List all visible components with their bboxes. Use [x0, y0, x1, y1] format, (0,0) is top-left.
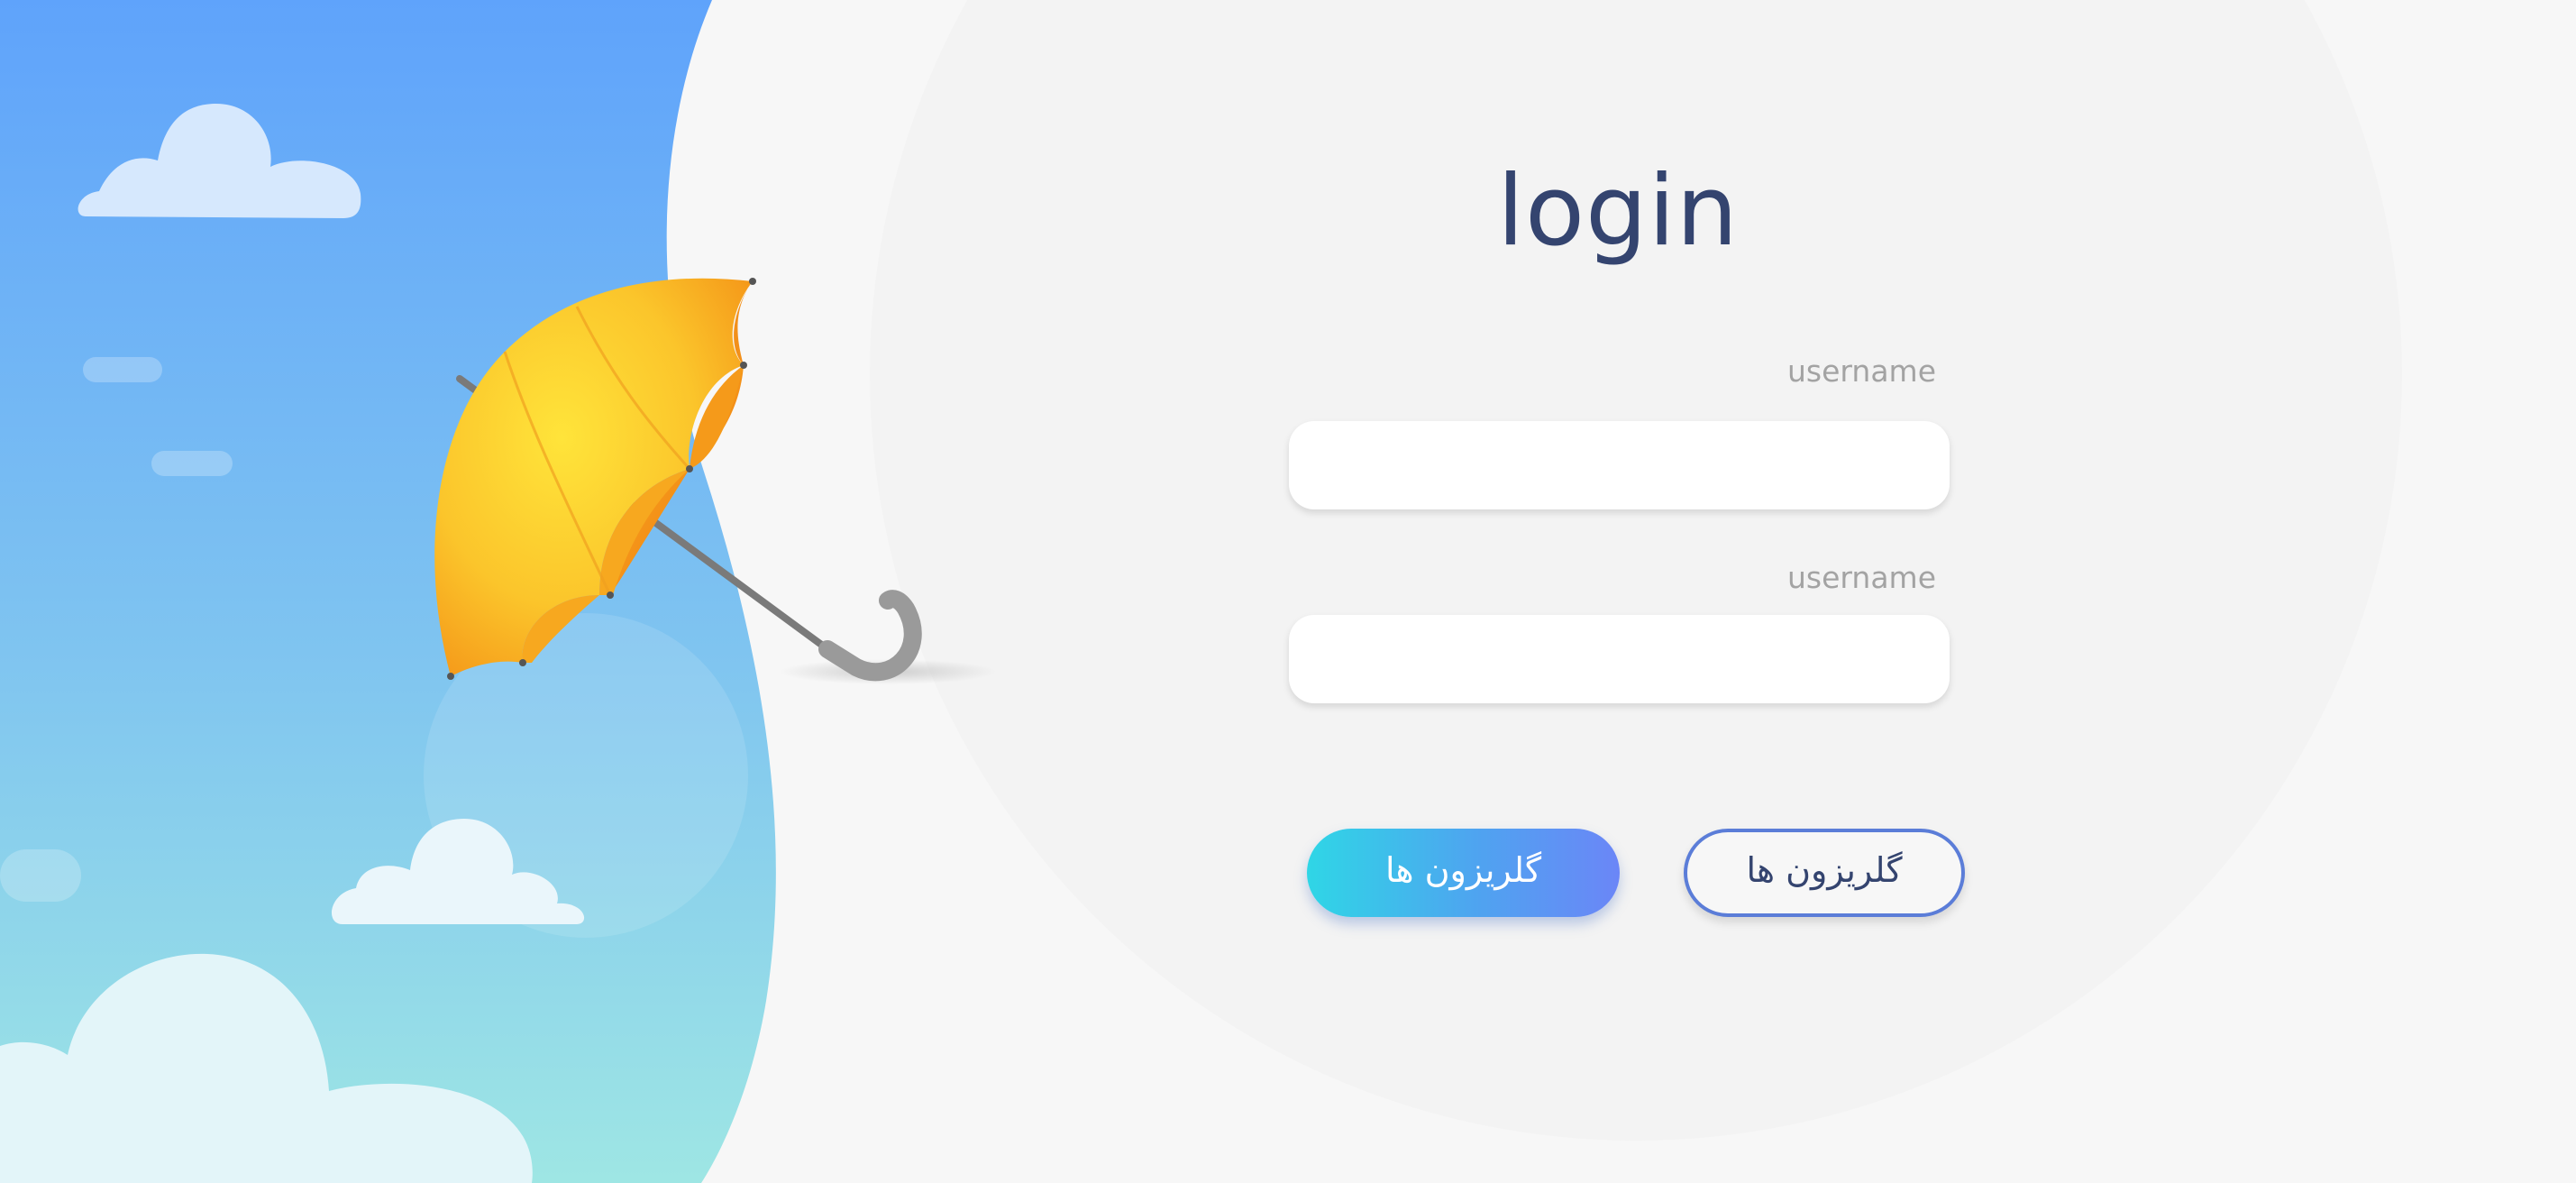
primary-button[interactable]: گلریزون ها	[1307, 829, 1620, 917]
primary-button-label: گلریزون ها	[1384, 850, 1542, 890]
secondary-button-label: گلریزون ها	[1746, 850, 1903, 890]
second-input[interactable]	[1289, 615, 1950, 703]
background-illustration	[0, 0, 2402, 1183]
login-page: login username username گلریزون ها گلریز…	[0, 0, 2576, 1183]
page-title: login	[1496, 155, 1740, 268]
username-label: username	[1787, 353, 1936, 389]
secondary-button[interactable]: گلریزون ها	[1684, 829, 1965, 917]
second-field-label: username	[1787, 560, 1936, 595]
username-input[interactable]	[1289, 421, 1950, 509]
